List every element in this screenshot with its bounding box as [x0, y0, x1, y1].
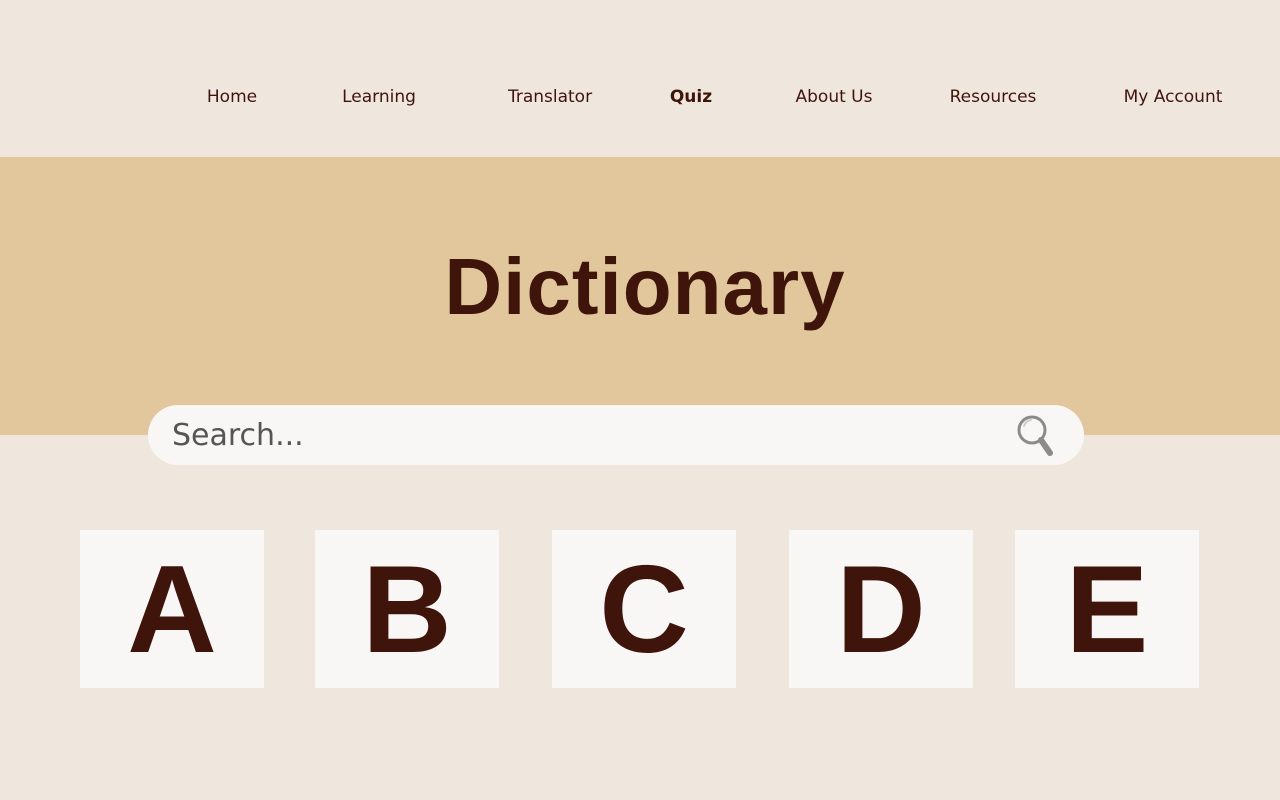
letter-e: E [1065, 541, 1149, 679]
letter-b: B [362, 541, 452, 679]
magnifier-icon[interactable] [1016, 414, 1056, 458]
letter-d: D [836, 541, 926, 679]
search-bar[interactable] [148, 405, 1084, 465]
letter-c: C [599, 541, 689, 679]
letter-card-d[interactable]: D [789, 530, 973, 688]
letter-card-a[interactable]: A [80, 530, 264, 688]
page-title: Dictionary [444, 242, 846, 331]
search-input[interactable] [172, 415, 992, 455]
nav-item-quiz[interactable]: Quiz [670, 86, 712, 108]
letter-card-c[interactable]: C [552, 530, 736, 688]
nav-item-learning[interactable]: Learning [342, 86, 416, 108]
nav-item-translator[interactable]: Translator [508, 86, 592, 108]
letter-card-b[interactable]: B [315, 530, 499, 688]
nav-item-resources[interactable]: Resources [950, 86, 1037, 108]
top-navigation: Home Learning Translator Quiz About Us R… [0, 0, 1280, 157]
hero-banner: Dictionary [0, 157, 1280, 435]
nav-item-about-us[interactable]: About Us [796, 86, 873, 108]
nav-item-home[interactable]: Home [207, 86, 257, 108]
letter-a: A [127, 541, 217, 679]
nav-item-my-account[interactable]: My Account [1124, 86, 1223, 108]
letter-card-e[interactable]: E [1015, 530, 1199, 688]
